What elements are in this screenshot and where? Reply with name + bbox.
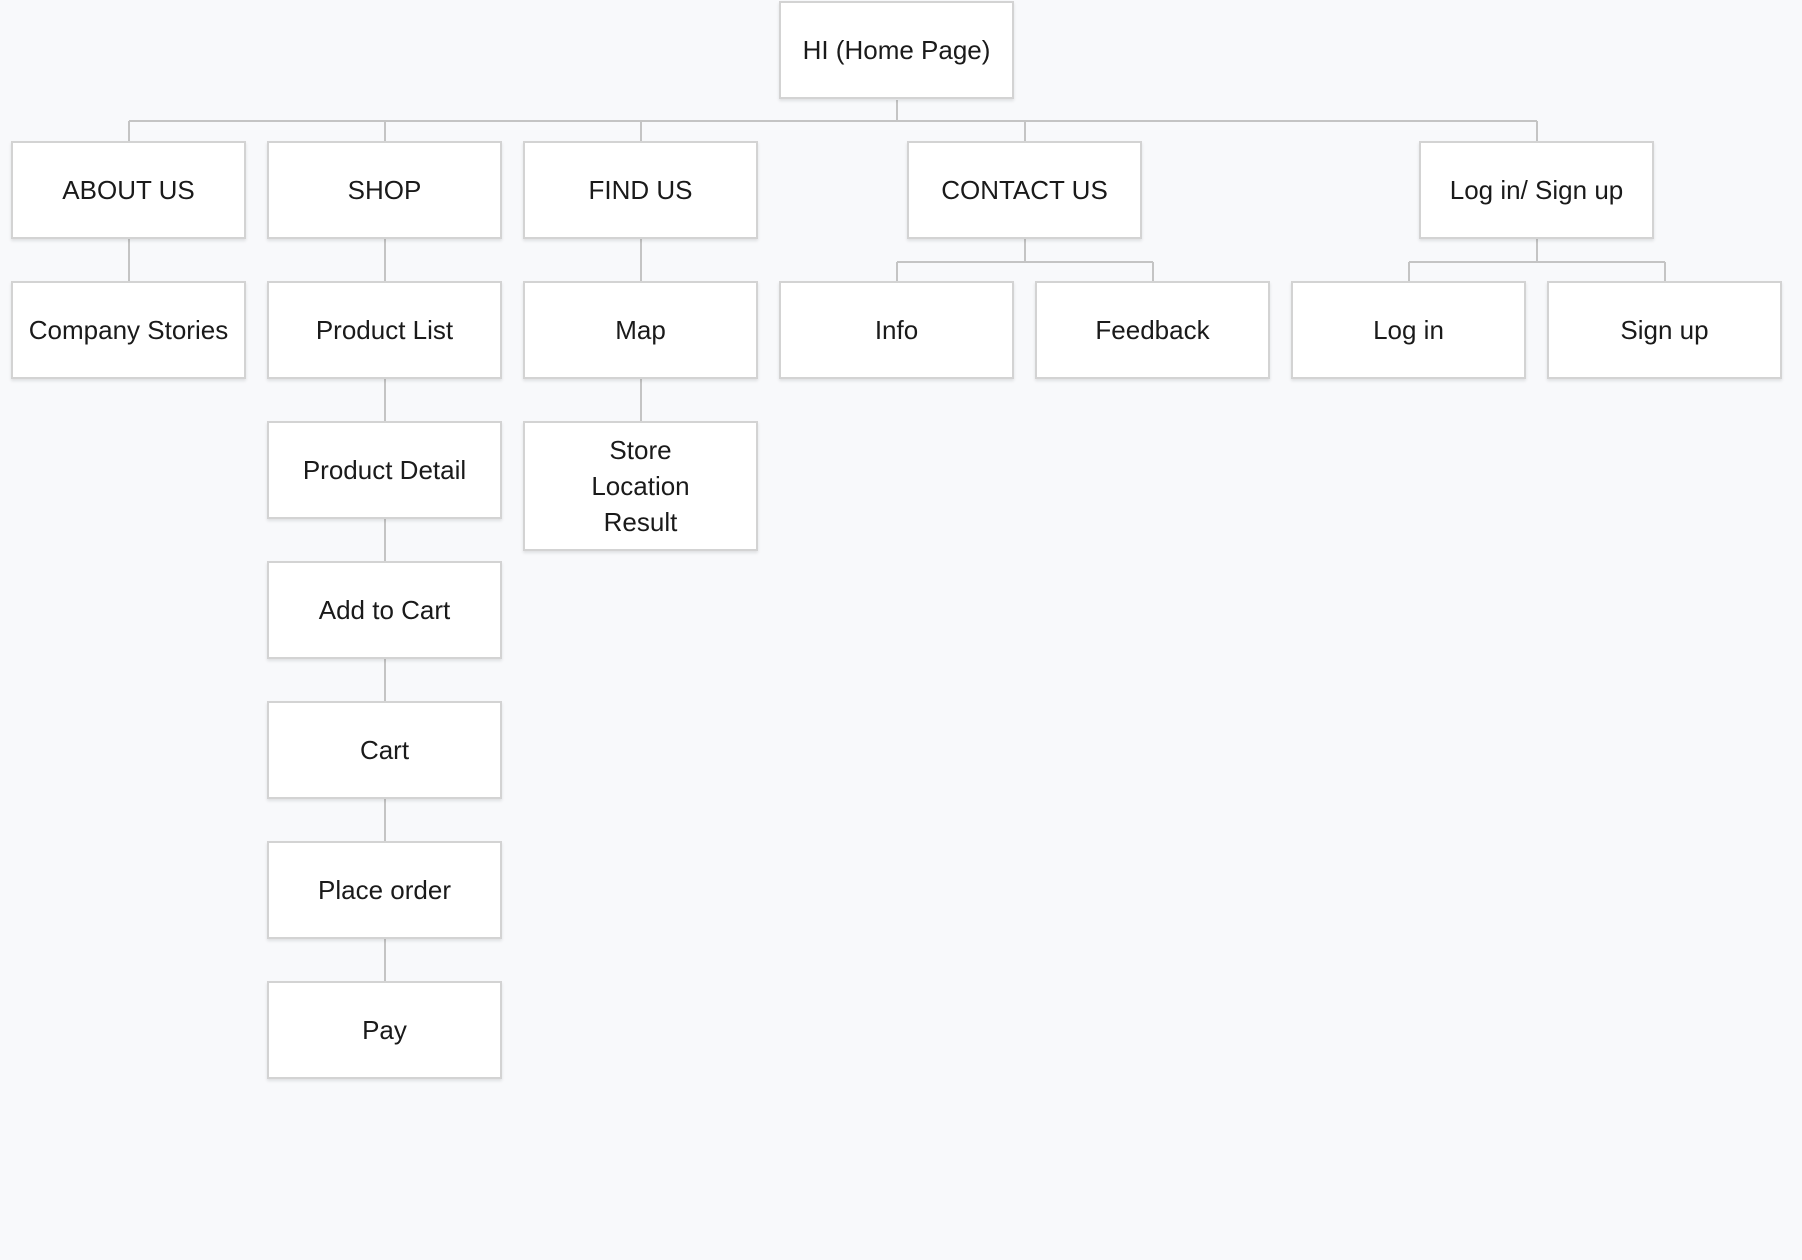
node-label: Info [874, 315, 919, 345]
node-add-to-cart: Add to Cart [267, 561, 502, 659]
node-label: Product Detail [302, 455, 467, 485]
node-company-stories: Company Stories [11, 281, 246, 379]
node-label: Sign up [1620, 315, 1709, 345]
node-label: Add to Cart [318, 595, 451, 625]
node-place-order: Place order [267, 841, 502, 939]
node-shop: SHOP [267, 141, 502, 239]
node-label: Company Stories [28, 315, 229, 345]
node-find-us: FIND US [523, 141, 758, 239]
node-label: Place order [318, 875, 451, 905]
node-label: Product List [315, 315, 454, 345]
node-info: Info [779, 281, 1014, 379]
node-about-us: ABOUT US [11, 141, 246, 239]
node-home-page: HI (Home Page) [779, 1, 1014, 99]
node-label: FIND US [588, 175, 693, 205]
node-contact-us: CONTACT US [907, 141, 1142, 239]
node-store-location-result: Store Location Result [523, 421, 758, 551]
node-product-detail: Product Detail [267, 421, 502, 519]
node-label: CONTACT US [941, 175, 1108, 205]
node-label: Store Location Result [591, 435, 690, 537]
node-label: Feedback [1095, 315, 1210, 345]
node-label: Log in/ Sign up [1449, 175, 1624, 205]
node-product-list: Product List [267, 281, 502, 379]
node-label: Cart [359, 735, 410, 765]
node-label: ABOUT US [62, 175, 195, 205]
node-label: SHOP [347, 175, 422, 205]
node-cart: Cart [267, 701, 502, 799]
node-pay: Pay [267, 981, 502, 1079]
node-label: HI (Home Page) [802, 35, 991, 65]
node-sign-up: Sign up [1547, 281, 1782, 379]
node-log-in: Log in [1291, 281, 1526, 379]
node-feedback: Feedback [1035, 281, 1270, 379]
node-login-signup: Log in/ Sign up [1419, 141, 1654, 239]
node-label: Pay [362, 1015, 407, 1045]
node-map: Map [523, 281, 758, 379]
node-label: Map [615, 315, 666, 345]
node-label: Log in [1373, 315, 1444, 345]
